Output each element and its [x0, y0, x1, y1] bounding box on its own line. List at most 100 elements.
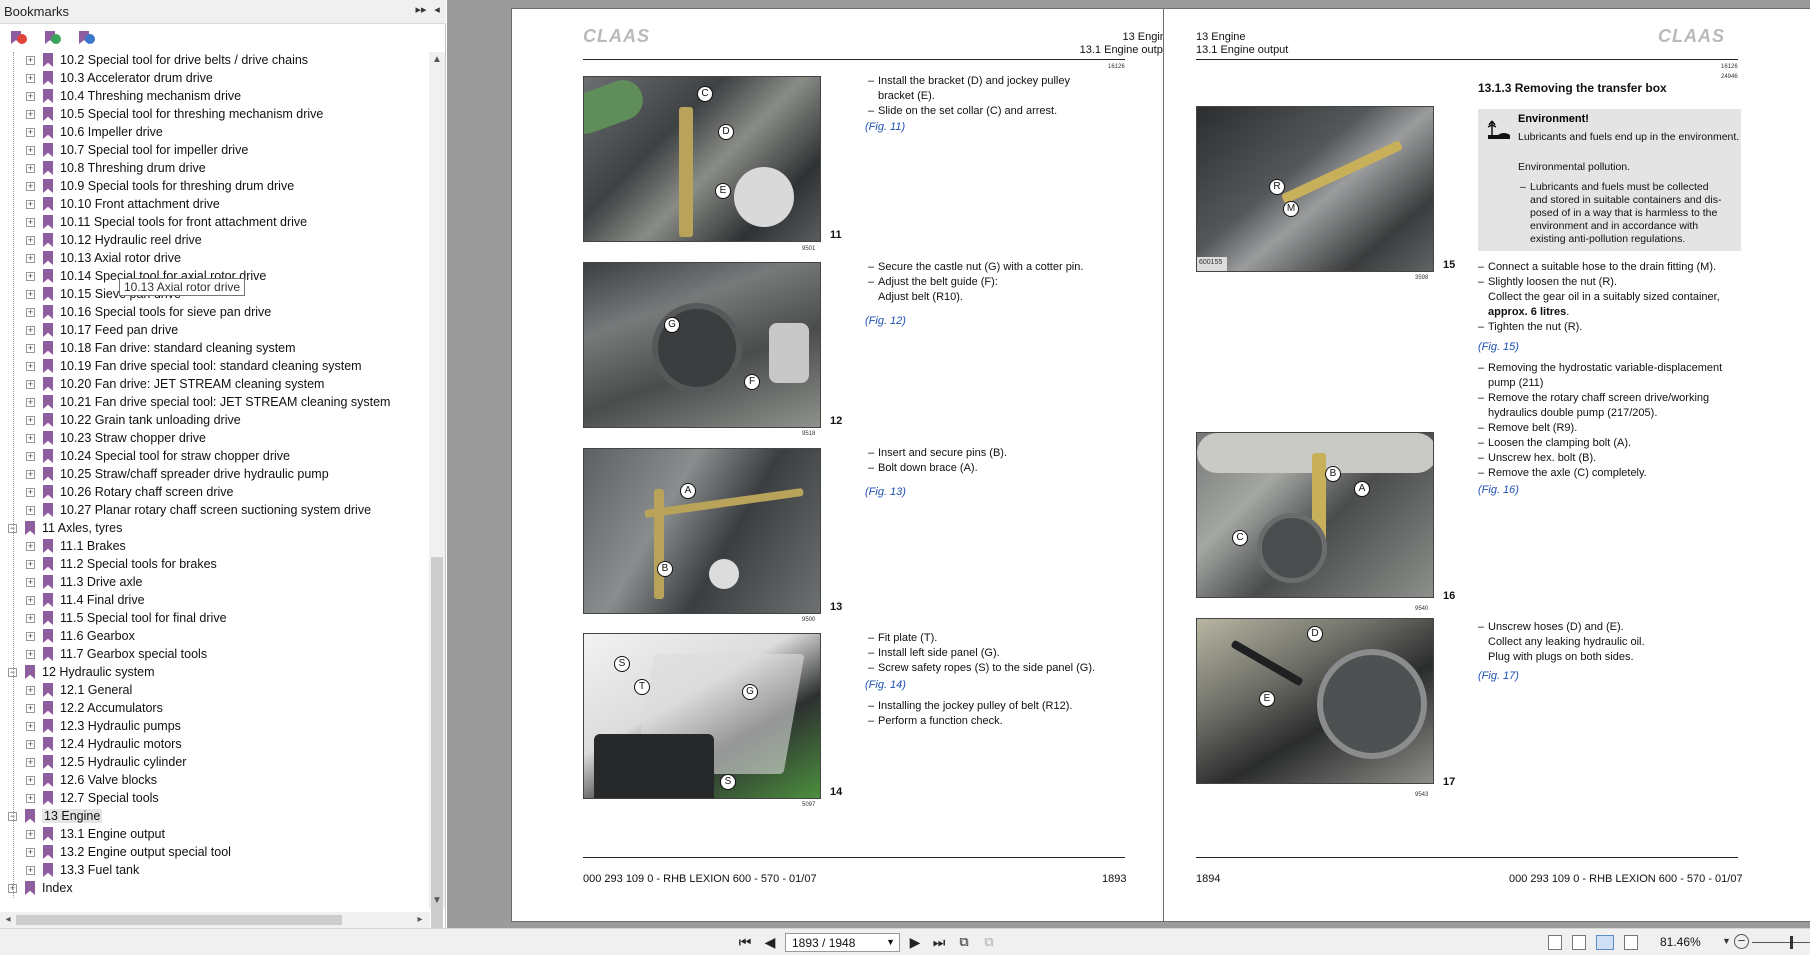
- expand-icon[interactable]: +: [26, 110, 35, 119]
- fig14-ref-link[interactable]: (Fig. 14): [865, 679, 906, 691]
- bookmark-item[interactable]: +10.16 Special tools for sieve pan drive: [0, 304, 430, 322]
- bookmark-item[interactable]: +10.6 Impeller drive: [0, 124, 430, 142]
- single-page-view-icon[interactable]: [1548, 935, 1562, 950]
- bookmark-item[interactable]: +10.10 Front attachment drive: [0, 196, 430, 214]
- previous-page-icon[interactable]: ◀: [761, 934, 779, 951]
- expand-panel-icon[interactable]: ▸▸: [414, 3, 428, 16]
- expand-icon[interactable]: +: [26, 344, 35, 353]
- bookmark-item[interactable]: +11.1 Brakes: [0, 538, 430, 556]
- bookmark-item[interactable]: +11.7 Gearbox special tools: [0, 646, 430, 664]
- scroll-right-icon[interactable]: ▸: [412, 914, 428, 925]
- bookmark-item[interactable]: +10.5 Special tool for threshing mechani…: [0, 106, 430, 124]
- bookmark-item[interactable]: +10.26 Rotary chaff screen drive: [0, 484, 430, 502]
- bookmark-item[interactable]: +13.3 Fuel tank: [0, 862, 430, 880]
- fig12-ref-link[interactable]: (Fig. 12): [865, 315, 906, 327]
- bookmark-item[interactable]: +10.22 Grain tank unloading drive: [0, 412, 430, 430]
- expand-icon[interactable]: +: [26, 614, 35, 623]
- expand-icon[interactable]: +: [26, 596, 35, 605]
- bookmark-item[interactable]: +10.4 Threshing mechanism drive: [0, 88, 430, 106]
- zoom-out-icon[interactable]: −: [1734, 934, 1749, 949]
- expand-icon[interactable]: +: [26, 272, 35, 281]
- bookmark-item[interactable]: +13.1 Engine output: [0, 826, 430, 844]
- bookmark-item[interactable]: +10.23 Straw chopper drive: [0, 430, 430, 448]
- bookmark-item[interactable]: −13 Engine: [0, 808, 430, 826]
- next-page-icon[interactable]: ▶: [906, 934, 924, 951]
- fig16-ref-link[interactable]: (Fig. 16): [1478, 484, 1519, 496]
- expand-icon[interactable]: +: [26, 380, 35, 389]
- collapse-panel-icon[interactable]: ◂: [430, 3, 444, 16]
- bookmark-item[interactable]: −12 Hydraulic system: [0, 664, 430, 682]
- expand-icon[interactable]: +: [26, 362, 35, 371]
- expand-icon[interactable]: +: [26, 416, 35, 425]
- bookmark-item[interactable]: +12.6 Valve blocks: [0, 772, 430, 790]
- bookmark-item[interactable]: +10.27 Planar rotary chaff screen suctio…: [0, 502, 430, 520]
- bookmark-item[interactable]: +12.7 Special tools: [0, 790, 430, 808]
- bookmark-item[interactable]: +12.2 Accumulators: [0, 700, 430, 718]
- expand-icon[interactable]: +: [26, 56, 35, 65]
- expand-icon[interactable]: +: [26, 830, 35, 839]
- expand-icon[interactable]: +: [26, 398, 35, 407]
- fig17-ref-link[interactable]: (Fig. 17): [1478, 670, 1519, 682]
- expand-icon[interactable]: +: [26, 740, 35, 749]
- expand-icon[interactable]: +: [26, 632, 35, 641]
- bookmark-item[interactable]: +12.4 Hydraulic motors: [0, 736, 430, 754]
- bookmark-item[interactable]: +10.13 Axial rotor drive: [0, 250, 430, 268]
- bookmark-item[interactable]: −11 Axles, tyres: [0, 520, 430, 538]
- expand-icon[interactable]: +: [26, 182, 35, 191]
- previous-view-icon[interactable]: ⧉: [955, 934, 973, 950]
- bookmark-item[interactable]: +10.24 Special tool for straw chopper dr…: [0, 448, 430, 466]
- expand-icon[interactable]: +: [26, 488, 35, 497]
- bookmark-item[interactable]: +10.25 Straw/chaff spreader drive hydrau…: [0, 466, 430, 484]
- expand-icon[interactable]: +: [26, 470, 35, 479]
- expand-icon[interactable]: +: [26, 236, 35, 245]
- bookmark-item[interactable]: +10.17 Feed pan drive: [0, 322, 430, 340]
- bookmark-item[interactable]: +10.2 Special tool for drive belts / dri…: [0, 52, 430, 70]
- expand-icon[interactable]: +: [26, 542, 35, 551]
- h-scroll-thumb[interactable]: [16, 915, 342, 925]
- expand-icon[interactable]: +: [26, 686, 35, 695]
- scroll-thumb[interactable]: [431, 557, 443, 942]
- add-bookmark-icon[interactable]: [42, 29, 62, 47]
- bookmark-item[interactable]: +10.7 Special tool for impeller drive: [0, 142, 430, 160]
- continuous-facing-view-icon[interactable]: [1624, 935, 1638, 950]
- scroll-left-icon[interactable]: ◂: [0, 914, 16, 925]
- bookmark-item[interactable]: +10.9 Special tools for threshing drum d…: [0, 178, 430, 196]
- expand-icon[interactable]: +: [26, 128, 35, 137]
- bookmark-item[interactable]: +13.2 Engine output special tool: [0, 844, 430, 862]
- last-page-icon[interactable]: ⏭: [930, 934, 948, 951]
- expand-icon[interactable]: +: [26, 758, 35, 767]
- bookmark-item[interactable]: +12.5 Hydraulic cylinder: [0, 754, 430, 772]
- expand-icon[interactable]: +: [26, 200, 35, 209]
- bookmark-item[interactable]: +11.2 Special tools for brakes: [0, 556, 430, 574]
- horizontal-scrollbar[interactable]: ◂ ▸: [0, 912, 430, 928]
- expand-icon[interactable]: +: [26, 866, 35, 875]
- bookmark-item[interactable]: +10.11 Special tools for front attachmen…: [0, 214, 430, 232]
- bookmark-properties-icon[interactable]: [76, 29, 96, 47]
- bookmark-item[interactable]: +10.21 Fan drive special tool: JET STREA…: [0, 394, 430, 412]
- bookmark-item[interactable]: +11.5 Special tool for final drive: [0, 610, 430, 628]
- expand-icon[interactable]: +: [26, 848, 35, 857]
- expand-icon[interactable]: +: [26, 218, 35, 227]
- expand-icon[interactable]: +: [26, 650, 35, 659]
- scroll-down-icon[interactable]: ▼: [429, 895, 445, 906]
- zoom-level[interactable]: 81.46%: [1660, 935, 1701, 949]
- bookmark-item[interactable]: +10.18 Fan drive: standard cleaning syst…: [0, 340, 430, 358]
- bookmark-item[interactable]: +11.6 Gearbox: [0, 628, 430, 646]
- zoom-dropdown-icon[interactable]: ▼: [1722, 936, 1731, 946]
- expand-icon[interactable]: +: [26, 92, 35, 101]
- expand-icon[interactable]: +: [26, 434, 35, 443]
- zoom-slider[interactable]: [1752, 942, 1810, 943]
- vertical-scrollbar[interactable]: ▲ ▼: [429, 52, 445, 942]
- expand-icon[interactable]: +: [26, 506, 35, 515]
- delete-bookmark-icon[interactable]: [8, 29, 28, 47]
- expand-icon[interactable]: +: [26, 578, 35, 587]
- expand-icon[interactable]: +: [26, 290, 35, 299]
- chevron-down-icon[interactable]: ▼: [886, 937, 895, 947]
- first-page-icon[interactable]: ⏮: [736, 934, 754, 951]
- expand-icon[interactable]: +: [26, 704, 35, 713]
- expand-icon[interactable]: +: [26, 164, 35, 173]
- expand-icon[interactable]: +: [26, 560, 35, 569]
- bookmark-item[interactable]: +10.19 Fan drive special tool: standard …: [0, 358, 430, 376]
- fig13-ref-link[interactable]: (Fig. 13): [865, 486, 906, 498]
- bookmark-item[interactable]: +10.8 Threshing drum drive: [0, 160, 430, 178]
